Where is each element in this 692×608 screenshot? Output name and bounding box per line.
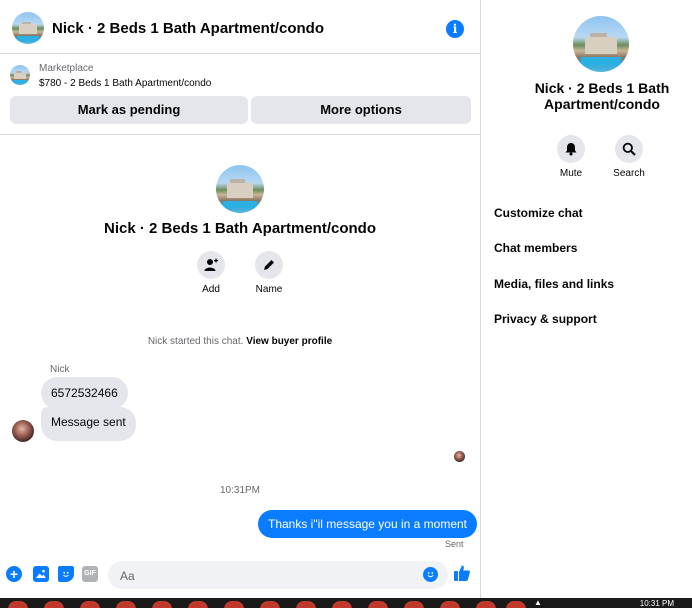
privacy-support-item[interactable]: Privacy & support xyxy=(494,312,597,326)
sender-name: Nick xyxy=(50,364,70,375)
message-bubble-outgoing[interactable]: Thanks i"il message you in a moment xyxy=(258,510,478,538)
message-bubble-incoming[interactable]: 6572532466 xyxy=(41,377,128,409)
panel-profile-photo[interactable] xyxy=(573,16,629,72)
taskbar-app-icon[interactable] xyxy=(368,601,388,608)
view-buyer-profile-link[interactable]: View buyer profile xyxy=(246,336,332,347)
chat-header: Nick · 2 Beds 1 Bath Apartment/condo i xyxy=(0,0,480,54)
taskbar-app-icon[interactable] xyxy=(260,601,280,608)
sender-avatar[interactable] xyxy=(12,420,34,442)
media-files-links-item[interactable]: Media, files and links xyxy=(494,277,614,291)
pencil-icon xyxy=(264,260,274,270)
more-options-button[interactable]: More options xyxy=(251,96,471,124)
message-timestamp: 10:31PM xyxy=(219,485,261,496)
chat-title[interactable]: Nick · 2 Beds 1 Bath Apartment/condo xyxy=(52,20,324,37)
tray-chevron-icon[interactable]: ▲ xyxy=(534,598,542,607)
marketplace-listing: Marketplace $780 - 2 Beds 1 Bath Apartme… xyxy=(0,55,480,135)
taskbar-app-icon[interactable] xyxy=(404,601,424,608)
add-person-button[interactable] xyxy=(197,251,225,279)
read-receipt-avatar xyxy=(454,451,465,462)
thumbs-up-icon[interactable] xyxy=(453,564,471,586)
panel-name-line1: Nick · 2 Beds 1 Bath xyxy=(534,80,670,96)
bell-icon xyxy=(565,143,577,156)
plus-icon[interactable]: + xyxy=(6,566,22,582)
taskbar: ▲ 10:31 PM xyxy=(0,598,692,608)
search-button[interactable] xyxy=(615,135,643,163)
customize-chat-item[interactable]: Customize chat xyxy=(494,206,583,220)
mute-label: Mute xyxy=(559,168,583,179)
add-person-icon xyxy=(204,258,218,271)
emoji-icon[interactable] xyxy=(423,567,438,582)
add-label: Add xyxy=(202,284,220,295)
taskbar-app-icon[interactable] xyxy=(188,601,208,608)
taskbar-app-icon[interactable] xyxy=(116,601,136,608)
name-label: Name xyxy=(255,284,283,295)
chat-started-text: Nick started this chat. xyxy=(147,336,244,347)
listing-thumbnail[interactable] xyxy=(12,12,44,44)
taskbar-app-icon[interactable] xyxy=(8,601,28,608)
taskbar-app-icon[interactable] xyxy=(224,601,244,608)
search-label: Search xyxy=(613,168,645,179)
chat-started-notice: Nick started this chat. View buyer profi… xyxy=(0,336,480,347)
listing-price-title[interactable]: $780 - 2 Beds 1 Bath Apartment/condo xyxy=(39,78,211,89)
message-bubble-incoming[interactable]: Message sent xyxy=(41,407,136,441)
mark-as-pending-button[interactable]: Mark as pending xyxy=(10,96,248,124)
taskbar-app-icon[interactable] xyxy=(80,601,100,608)
taskbar-app-icon[interactable] xyxy=(332,601,352,608)
mute-button[interactable] xyxy=(557,135,585,163)
info-icon[interactable]: i xyxy=(446,20,464,38)
taskbar-app-icon[interactable] xyxy=(44,601,64,608)
taskbar-app-icon[interactable] xyxy=(506,601,526,608)
chat-profile-photo[interactable] xyxy=(216,165,264,213)
taskbar-clock[interactable]: 10:31 PM xyxy=(640,599,674,608)
sticker-icon[interactable] xyxy=(58,566,74,582)
chat-members-item[interactable]: Chat members xyxy=(494,241,577,255)
gif-icon[interactable]: GIF xyxy=(82,566,98,582)
taskbar-app-icon[interactable] xyxy=(152,601,172,608)
message-input[interactable] xyxy=(118,567,412,585)
listing-label: Marketplace xyxy=(39,63,94,74)
chat-profile-name: Nick · 2 Beds 1 Bath Apartment/condo xyxy=(104,220,376,237)
taskbar-app-icon[interactable] xyxy=(296,601,316,608)
edit-name-button[interactable] xyxy=(255,251,283,279)
listing-small-thumbnail[interactable] xyxy=(10,65,30,85)
message-input-container xyxy=(108,561,448,589)
search-icon xyxy=(622,142,636,156)
chat-info-panel: Nick · 2 Beds 1 Bath Apartment/condo Mut… xyxy=(482,0,692,598)
panel-chat-name: Nick · 2 Beds 1 Bath Apartment/condo xyxy=(482,80,692,112)
taskbar-app-icon[interactable] xyxy=(440,601,460,608)
sent-status: Sent xyxy=(445,539,464,549)
chat-pane: Nick · 2 Beds 1 Bath Apartment/condo i M… xyxy=(0,0,481,598)
panel-name-line2: Apartment/condo xyxy=(544,96,660,112)
photo-icon[interactable] xyxy=(33,566,49,582)
taskbar-app-icon[interactable] xyxy=(476,601,496,608)
